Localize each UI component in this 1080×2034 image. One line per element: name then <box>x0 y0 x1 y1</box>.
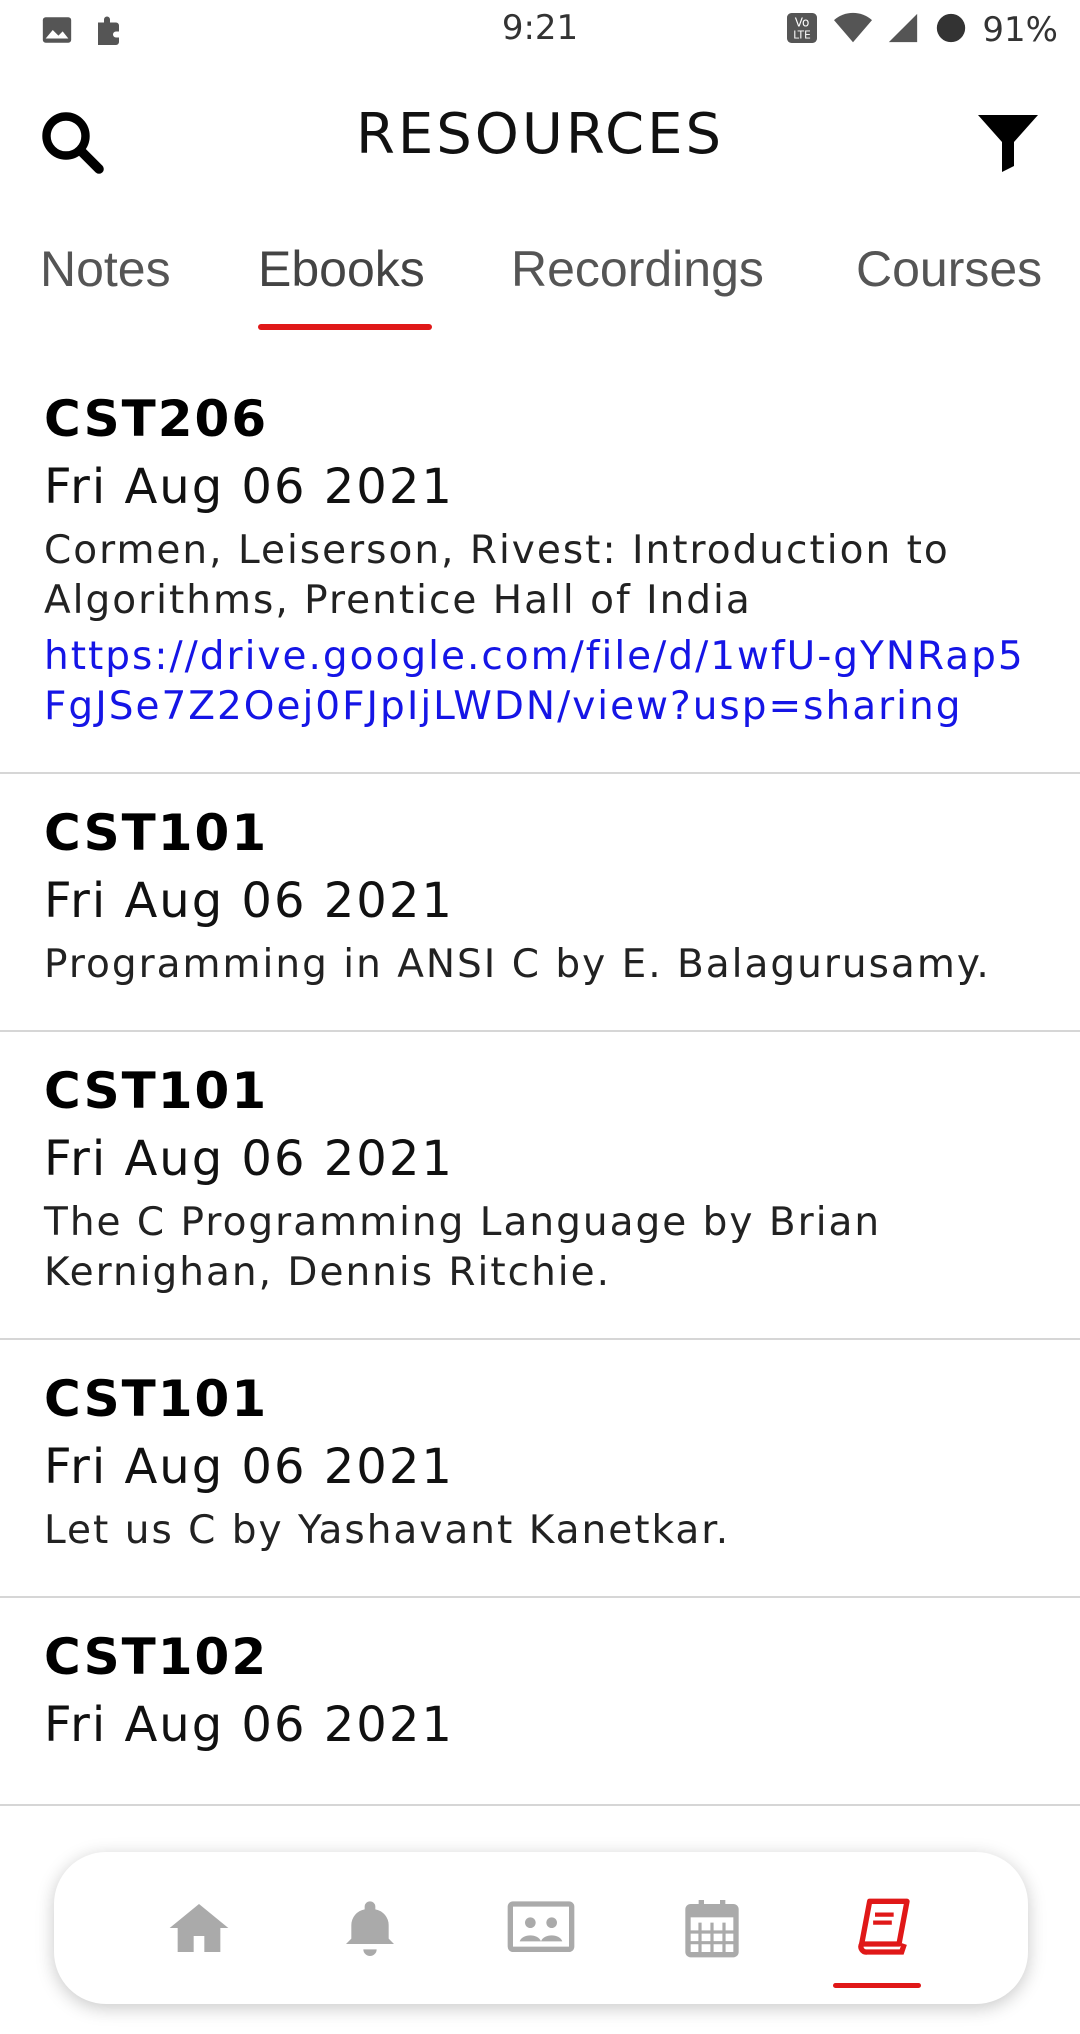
home-icon <box>170 1904 229 1952</box>
filter-button[interactable] <box>972 106 1044 178</box>
resource-date: Fri Aug 06 2021 <box>44 1697 454 1753</box>
presentation-icon <box>507 1901 575 1952</box>
resource-link[interactable]: https://drive.google.com/file/d/1wfU-gYN… <box>44 632 1036 732</box>
resource-date: Fri Aug 06 2021 <box>44 1439 454 1495</box>
list-item[interactable]: CST102 Fri Aug 06 2021 <box>0 1598 1080 1806</box>
tab-notes[interactable]: Notes <box>40 240 171 310</box>
tab-recordings[interactable]: Recordings <box>511 240 764 310</box>
list-item[interactable]: CST101 Fri Aug 06 2021 Programming in AN… <box>0 774 1080 1032</box>
battery-level: 91% <box>982 10 1058 50</box>
nav-calendar[interactable] <box>662 1878 762 1978</box>
volte-icon: Vo LTE <box>784 10 820 50</box>
resource-list: CST206 Fri Aug 06 2021 Cormen, Leiserson… <box>0 360 1080 1806</box>
resource-date: Fri Aug 06 2021 <box>44 459 454 515</box>
resource-description: Cormen, Leiserson, Rivest: Introduction … <box>44 528 950 623</box>
nav-resources[interactable] <box>832 1878 933 1988</box>
signal-icon <box>886 11 920 49</box>
nav-classroom[interactable] <box>491 1878 591 1978</box>
nav-notifications[interactable] <box>320 1878 420 1978</box>
svg-text:LTE: LTE <box>794 30 811 42</box>
course-code: CST101 <box>44 1370 269 1428</box>
svg-text:Vo: Vo <box>795 16 810 30</box>
resource-description: Programming in ANSI C by E. Balagurusamy… <box>44 942 991 987</box>
nav-home[interactable] <box>149 1878 249 1978</box>
resources-screen: 9:21 Vo LTE 91% RESOURCES Notes Ebooks R… <box>0 0 1080 2034</box>
list-item[interactable]: CST206 Fri Aug 06 2021 Cormen, Leiserson… <box>0 360 1080 774</box>
bottom-nav <box>54 1852 1028 2004</box>
course-code: CST206 <box>44 390 269 448</box>
filter-icon <box>978 115 1038 172</box>
course-code: CST101 <box>44 804 269 862</box>
course-code: CST101 <box>44 1062 269 1120</box>
active-tab-indicator <box>258 324 432 330</box>
page-title: RESOURCES <box>355 102 725 167</box>
status-right-icons: Vo LTE 91% <box>784 10 1058 50</box>
resource-tabs: Notes Ebooks Recordings Courses <box>0 240 1080 340</box>
tab-ebooks[interactable]: Ebooks <box>258 240 425 310</box>
course-code: CST102 <box>44 1628 269 1686</box>
resource-description: Let us C by Yashavant Kanetkar. <box>44 1508 731 1553</box>
battery-icon <box>934 11 968 49</box>
active-nav-indicator <box>832 1983 921 1988</box>
resource-description: The C Programming Language by Brian Kern… <box>44 1200 882 1295</box>
book-icon <box>857 1898 910 1955</box>
list-item[interactable]: CST101 Fri Aug 06 2021 The C Programming… <box>0 1032 1080 1340</box>
app-header: RESOURCES <box>0 84 1080 194</box>
resource-date: Fri Aug 06 2021 <box>44 873 454 929</box>
list-item[interactable]: CST101 Fri Aug 06 2021 Let us C by Yasha… <box>0 1340 1080 1598</box>
resource-date: Fri Aug 06 2021 <box>44 1131 454 1187</box>
bell-icon <box>346 1901 395 1956</box>
status-bar: 9:21 Vo LTE 91% <box>0 0 1080 64</box>
calendar-icon <box>685 1900 739 1958</box>
wifi-icon <box>834 11 873 49</box>
tab-courses[interactable]: Courses <box>856 240 1042 310</box>
